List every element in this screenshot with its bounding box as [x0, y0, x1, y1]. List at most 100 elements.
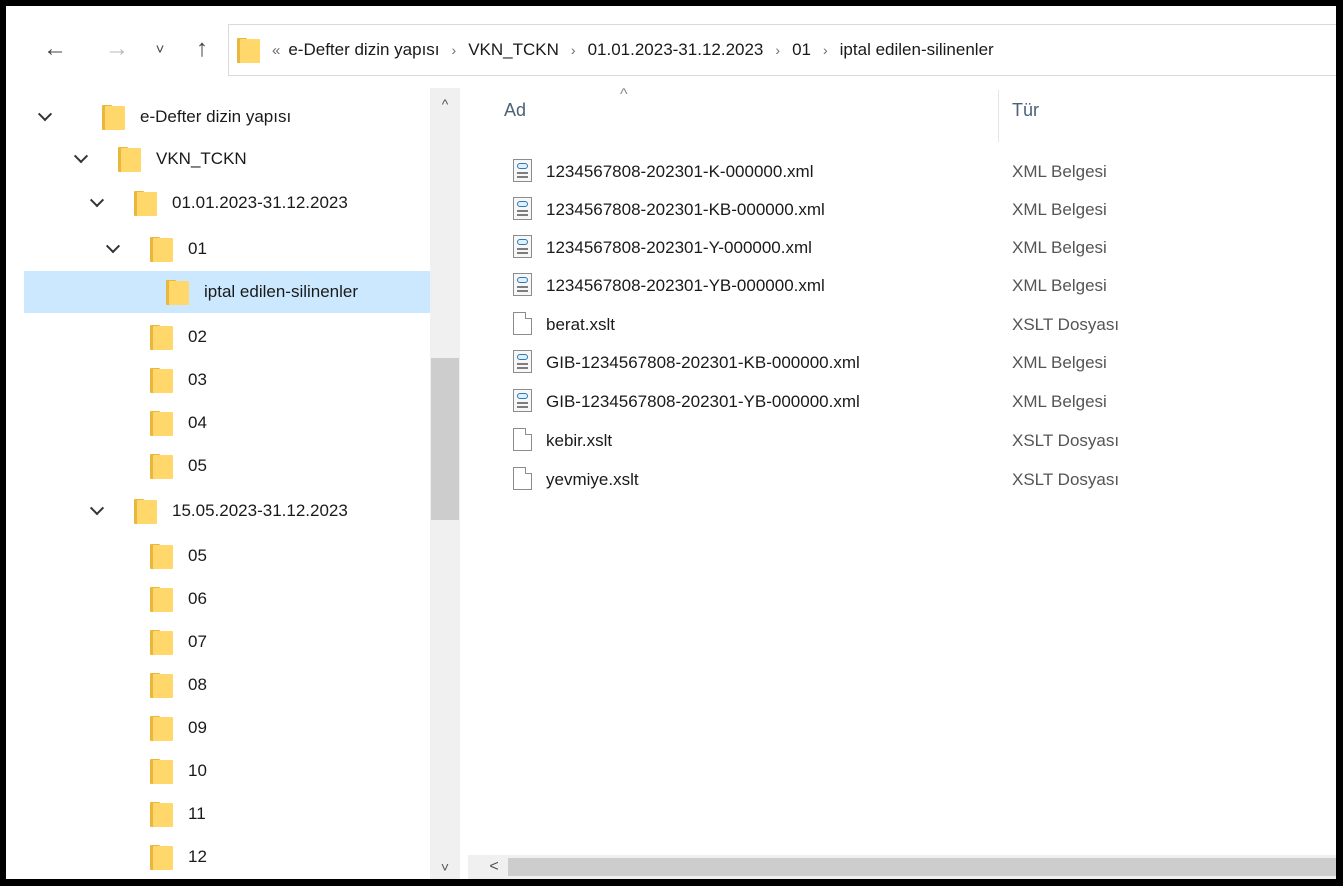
tree-item-month-09[interactable]: 09: [24, 707, 430, 749]
column-divider[interactable]: [998, 90, 999, 142]
breadcrumb-e-defter[interactable]: e-Defter dizin yapısı: [288, 40, 439, 60]
tree-item-month-02[interactable]: 02: [24, 316, 430, 358]
blank-file-icon: [513, 467, 532, 490]
file-row[interactable]: GIB-1234567808-202301-YB-000000.xml XML …: [468, 384, 1336, 422]
file-type: XSLT Dosyası: [1012, 470, 1120, 489]
tree-item-iptal-edilen-silinenler[interactable]: iptal edilen-silinenler: [24, 271, 430, 313]
scroll-left-icon[interactable]: <: [484, 855, 504, 879]
column-header-name[interactable]: Ad: [504, 100, 526, 121]
file-type: XML Belgesi: [1012, 353, 1107, 372]
chevron-down-icon[interactable]: [72, 150, 90, 168]
tree-item-label: 05: [188, 456, 207, 475]
breadcrumb-separator-icon[interactable]: ›: [452, 42, 457, 58]
tree-item-label: 06: [188, 589, 207, 608]
breadcrumb-current-folder[interactable]: iptal edilen-silinenler: [840, 40, 994, 60]
tree-item-label: 01.01.2023-31.12.2023: [172, 193, 348, 212]
chevron-down-icon[interactable]: [88, 194, 106, 212]
file-name: yevmiye.xslt: [546, 470, 639, 489]
file-type: XML Belgesi: [1012, 276, 1107, 295]
scrollbar-thumb[interactable]: [508, 858, 1336, 876]
column-header-type[interactable]: Tür: [1012, 100, 1039, 121]
folder-icon: [150, 453, 173, 479]
tree-item-month-05-b[interactable]: 05: [24, 535, 430, 577]
scroll-down-icon[interactable]: ˅: [430, 855, 460, 879]
file-name: berat.xslt: [546, 315, 615, 334]
file-row[interactable]: 1234567808-202301-K-000000.xml XML Belge…: [468, 154, 1336, 192]
tree-item-month-10[interactable]: 10: [24, 750, 430, 792]
tree-item-month-04[interactable]: 04: [24, 402, 430, 444]
scrollbar-thumb[interactable]: [431, 358, 459, 520]
tree-item-month-01[interactable]: 01: [24, 228, 430, 270]
breadcrumb-separator-icon[interactable]: ›: [775, 42, 780, 58]
folder-icon: [134, 498, 157, 524]
xml-file-icon: [513, 235, 532, 258]
tree-item-label: 12: [188, 847, 207, 866]
back-arrow-icon[interactable]: ←: [40, 34, 70, 64]
tree-item-month-03[interactable]: 03: [24, 359, 430, 401]
folder-icon: [118, 146, 141, 172]
tree-item-label: 07: [188, 632, 207, 651]
file-row[interactable]: 1234567808-202301-YB-000000.xml XML Belg…: [468, 268, 1336, 306]
tree-item-label: VKN_TCKN: [156, 149, 247, 168]
breadcrumb-month[interactable]: 01: [792, 40, 811, 60]
tree-item-period-2023-b[interactable]: 15.05.2023-31.12.2023: [24, 490, 430, 532]
breadcrumb-overflow-icon[interactable]: «: [272, 42, 280, 59]
scroll-up-icon[interactable]: ^: [430, 92, 460, 116]
folder-icon: [150, 543, 173, 569]
xml-file-icon: [513, 350, 532, 373]
file-explorer-window: ← → ˅ ↑ « e-Defter dizin yapısı › VKN_TC…: [6, 6, 1336, 879]
chevron-down-icon[interactable]: [104, 240, 122, 258]
tree-item-label: 09: [188, 718, 207, 737]
recent-locations-chevron-icon[interactable]: ˅: [145, 34, 175, 64]
up-arrow-icon[interactable]: ↑: [187, 34, 217, 64]
navigation-bar: ← → ˅ ↑ « e-Defter dizin yapısı › VKN_TC…: [6, 6, 1336, 88]
file-row[interactable]: yevmiye.xslt XSLT Dosyası: [468, 462, 1336, 500]
tree-item-vkn-tckn[interactable]: VKN_TCKN: [24, 138, 430, 180]
tree-item-label: 05: [188, 546, 207, 565]
folder-icon: [150, 672, 173, 698]
file-row[interactable]: GIB-1234567808-202301-KB-000000.xml XML …: [468, 345, 1336, 383]
tree-item-month-12[interactable]: 12: [24, 836, 430, 878]
breadcrumb-vkn-tckn[interactable]: VKN_TCKN: [468, 40, 559, 60]
forward-arrow-icon[interactable]: →: [102, 34, 132, 64]
tree-item-month-07[interactable]: 07: [24, 621, 430, 663]
file-row[interactable]: berat.xslt XSLT Dosyası: [468, 307, 1336, 345]
folder-icon: [150, 715, 173, 741]
blank-file-icon: [513, 428, 532, 451]
folder-icon: [150, 367, 173, 393]
breadcrumb-separator-icon[interactable]: ›: [571, 42, 576, 58]
address-bar[interactable]: « e-Defter dizin yapısı › VKN_TCKN › 01.…: [228, 24, 1336, 76]
tree-item-label: 10: [188, 761, 207, 780]
tree-vertical-scrollbar[interactable]: ^ ˅: [430, 88, 460, 879]
breadcrumb-separator-icon[interactable]: ›: [823, 42, 828, 58]
file-row[interactable]: 1234567808-202301-KB-000000.xml XML Belg…: [468, 192, 1336, 230]
tree-item-month-11[interactable]: 11: [24, 793, 430, 835]
folder-icon: [150, 410, 173, 436]
file-name: GIB-1234567808-202301-YB-000000.xml: [546, 392, 860, 411]
file-name: 1234567808-202301-KB-000000.xml: [546, 200, 825, 219]
file-name: kebir.xslt: [546, 431, 613, 450]
xml-file-icon: [513, 389, 532, 412]
chevron-down-icon[interactable]: [88, 502, 106, 520]
folder-icon: [102, 104, 125, 130]
tree-item-month-08[interactable]: 08: [24, 664, 430, 706]
folder-icon: [150, 801, 173, 827]
chevron-down-icon[interactable]: [36, 108, 54, 126]
tree-item-e-defter[interactable]: e-Defter dizin yapısı: [24, 96, 430, 138]
folder-icon: [150, 236, 173, 262]
tree-item-label: 15.05.2023-31.12.2023: [172, 501, 348, 520]
tree-item-label: iptal edilen-silinenler: [204, 282, 359, 301]
horizontal-scrollbar[interactable]: <: [468, 855, 1336, 879]
navigation-tree: e-Defter dizin yapısı VKN_TCKN 01.01.202…: [6, 88, 430, 879]
tree-item-month-06[interactable]: 06: [24, 578, 430, 620]
file-type: XML Belgesi: [1012, 238, 1107, 257]
tree-item-month-05[interactable]: 05: [24, 445, 430, 487]
file-name: 1234567808-202301-K-000000.xml: [546, 162, 814, 181]
breadcrumb-period[interactable]: 01.01.2023-31.12.2023: [588, 40, 764, 60]
tree-item-label: 04: [188, 413, 207, 432]
tree-item-period-2023[interactable]: 01.01.2023-31.12.2023: [24, 182, 430, 224]
file-type: XML Belgesi: [1012, 392, 1107, 411]
file-name: GIB-1234567808-202301-KB-000000.xml: [546, 353, 860, 372]
file-row[interactable]: 1234567808-202301-Y-000000.xml XML Belge…: [468, 230, 1336, 268]
file-row[interactable]: kebir.xslt XSLT Dosyası: [468, 423, 1336, 461]
